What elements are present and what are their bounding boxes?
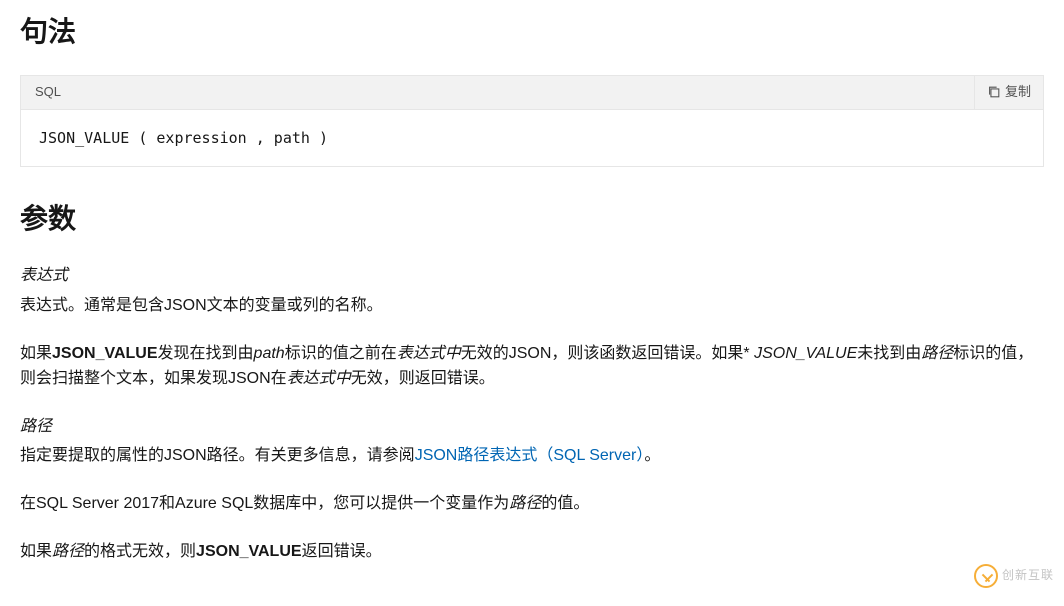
path-desc-3: 如果路径的格式无效，则JSON_VALUE返回错误。 <box>20 539 1044 565</box>
code-language-label: SQL <box>21 76 75 109</box>
copy-label: 复制 <box>1005 82 1031 103</box>
param-path: 路径 指定要提取的属性的JSON路径。有关更多信息，请参阅JSON路径表达式（S… <box>20 414 1044 564</box>
path-desc-1: 指定要提取的属性的JSON路径。有关更多信息，请参阅JSON路径表达式（SQL … <box>20 443 1044 469</box>
watermark-text: 创新互联 <box>1002 566 1054 585</box>
expression-desc-1: 表达式。通常是包含JSON文本的变量或列的名称。 <box>20 293 1044 319</box>
code-body: JSON_VALUE ( expression , path ) <box>21 110 1043 166</box>
path-title: 路径 <box>20 414 1044 440</box>
watermark: 创新互联 <box>974 564 1054 588</box>
copy-icon <box>987 85 1001 99</box>
params-heading: 参数 <box>20 197 1044 242</box>
expression-title: 表达式 <box>20 263 1044 289</box>
json-path-link[interactable]: JSON路径表达式（SQL Server） <box>415 447 645 464</box>
watermark-icon <box>974 564 998 588</box>
code-header: SQL 复制 <box>21 76 1043 110</box>
syntax-heading: 句法 <box>20 10 1044 55</box>
expression-desc-2: 如果JSON_VALUE发现在找到由path标识的值之前在表达式中无效的JSON… <box>20 341 1044 392</box>
code-block: SQL 复制 JSON_VALUE ( expression , path ) <box>20 75 1044 167</box>
copy-button[interactable]: 复制 <box>974 76 1043 109</box>
param-expression: 表达式 表达式。通常是包含JSON文本的变量或列的名称。 如果JSON_VALU… <box>20 263 1044 391</box>
path-desc-2: 在SQL Server 2017和Azure SQL数据库中，您可以提供一个变量… <box>20 491 1044 517</box>
